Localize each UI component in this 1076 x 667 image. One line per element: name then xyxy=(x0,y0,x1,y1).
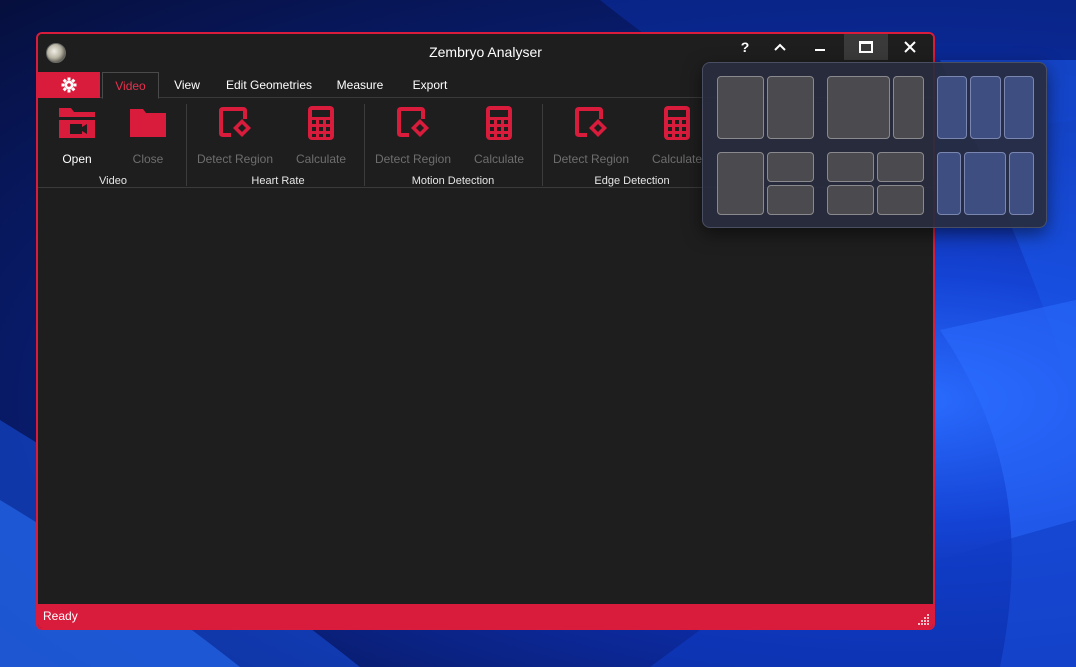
group-label-heart-rate: Heart Rate xyxy=(251,175,305,187)
settings-tab[interactable] xyxy=(38,72,100,98)
open-label: Open xyxy=(62,152,92,166)
tab-export[interactable]: Export xyxy=(402,72,458,99)
snap-layouts-flyout xyxy=(702,62,1047,228)
snap-zone-third-right[interactable] xyxy=(1004,76,1034,139)
detect-region-icon xyxy=(397,106,429,137)
heart-rate-detect-region-button[interactable]: Detect Region xyxy=(193,104,277,166)
maximize-button[interactable] xyxy=(844,34,888,60)
snap-zone-third-center[interactable] xyxy=(970,76,1001,139)
maximize-icon xyxy=(859,41,873,53)
minimize-button[interactable] xyxy=(798,34,842,60)
snap-zone-bottom-left-quarter[interactable] xyxy=(827,185,874,215)
snap-zone-left-half[interactable] xyxy=(717,152,764,215)
detect-region-icon xyxy=(219,106,251,137)
calculator-icon xyxy=(308,105,334,140)
group-separator xyxy=(542,104,543,186)
detect-region-icon xyxy=(575,106,607,137)
close-icon xyxy=(904,41,916,53)
calculate-label: Calculate xyxy=(295,152,347,166)
snap-zone-one-third-right[interactable] xyxy=(893,76,924,139)
collapse-ribbon-button[interactable] xyxy=(758,34,802,60)
status-bar: Ready xyxy=(38,604,933,628)
snap-zone-half-left[interactable] xyxy=(717,76,764,139)
tab-video[interactable]: Video xyxy=(102,72,159,99)
resize-grip-icon[interactable] xyxy=(918,613,930,625)
close-video-button[interactable]: Close xyxy=(106,104,190,166)
snap-zone-top-right-quarter[interactable] xyxy=(767,152,814,182)
snap-zone-top-left-quarter[interactable] xyxy=(827,152,874,182)
edge-detect-region-button[interactable]: Detect Region xyxy=(549,104,633,166)
help-icon: ? xyxy=(740,39,750,55)
calculator-icon xyxy=(664,105,690,140)
snap-zone-quarter-right[interactable] xyxy=(1009,152,1034,215)
calculate-label: Calculate xyxy=(651,152,703,166)
calculator-icon xyxy=(486,105,512,140)
detect-region-label: Detect Region xyxy=(552,152,630,166)
motion-calculate-button[interactable]: Calculate xyxy=(457,104,541,166)
folder-icon xyxy=(130,108,166,137)
main-content-area[interactable] xyxy=(38,189,933,604)
tab-edit-geometries[interactable]: Edit Geometries xyxy=(218,72,320,99)
snap-zone-two-thirds-left[interactable] xyxy=(827,76,890,139)
group-label-video: Video xyxy=(99,175,127,187)
minimize-icon xyxy=(815,49,825,51)
snap-zone-bottom-right-quarter[interactable] xyxy=(877,185,924,215)
motion-detect-region-button[interactable]: Detect Region xyxy=(371,104,455,166)
calculate-label: Calculate xyxy=(473,152,525,166)
group-label-motion-detection: Motion Detection xyxy=(411,175,495,187)
heart-rate-calculate-button[interactable]: Calculate xyxy=(279,104,363,166)
group-label-edge-detection: Edge Detection xyxy=(594,175,670,187)
close-button[interactable] xyxy=(888,34,932,60)
detect-region-label: Detect Region xyxy=(196,152,274,166)
snap-zone-half-center[interactable] xyxy=(964,152,1006,215)
close-label: Close xyxy=(132,152,164,166)
tab-view[interactable]: View xyxy=(164,72,210,99)
snap-zone-quarter-left[interactable] xyxy=(937,152,961,215)
gear-icon xyxy=(61,77,77,93)
folder-video-icon xyxy=(59,107,95,138)
status-text: Ready xyxy=(43,609,78,623)
snap-zone-half-right[interactable] xyxy=(767,76,814,139)
tab-measure[interactable]: Measure xyxy=(330,72,390,99)
snap-zone-top-right-quarter[interactable] xyxy=(877,152,924,182)
chevron-up-icon xyxy=(774,43,786,51)
snap-zone-bottom-right-quarter[interactable] xyxy=(767,185,814,215)
detect-region-label: Detect Region xyxy=(374,152,452,166)
snap-zone-third-left[interactable] xyxy=(937,76,967,139)
group-separator xyxy=(364,104,365,186)
group-separator xyxy=(186,104,187,186)
